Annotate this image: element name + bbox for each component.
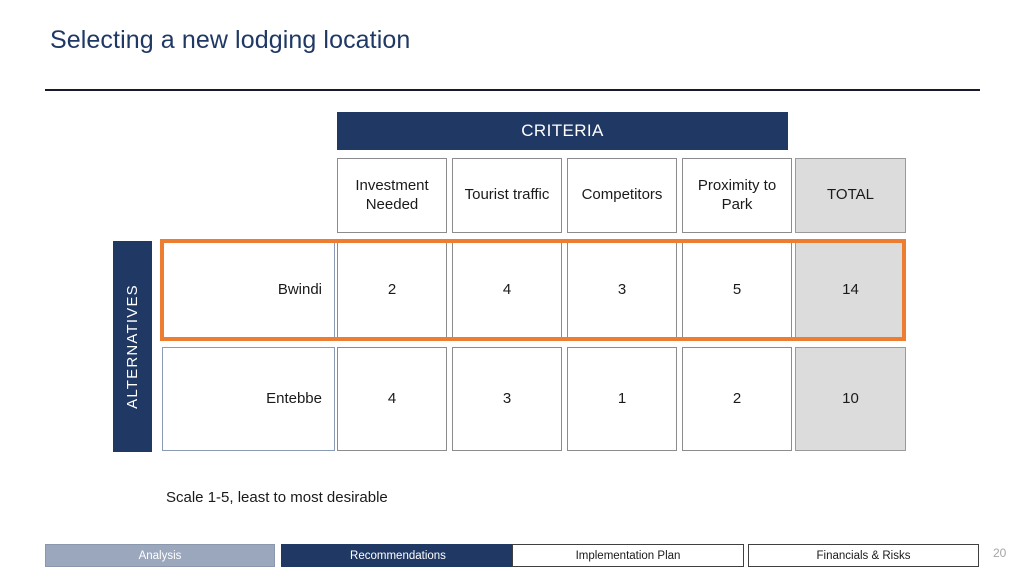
criteria-header-proximity-to-park: Proximity to Park — [682, 158, 792, 233]
decision-matrix: CRITERIA ALTERNATIVES Investment Needed … — [113, 112, 906, 452]
score-entebbe-tourist-traffic: 3 — [452, 347, 562, 451]
page-title: Selecting a new lodging location — [50, 26, 411, 54]
section-nav: Analysis Recommendations Implementation … — [45, 544, 979, 567]
criteria-header-investment-needed: Investment Needed — [337, 158, 447, 233]
row-label-entebbe: Entebbe — [162, 347, 335, 451]
score-entebbe-proximity-to-park: 2 — [682, 347, 792, 451]
score-bwindi-proximity-to-park: 5 — [682, 241, 792, 339]
nav-item-financials-and-risks[interactable]: Financials & Risks — [748, 544, 979, 567]
criteria-header-total: TOTAL — [795, 158, 906, 233]
score-bwindi-investment-needed: 2 — [337, 241, 447, 339]
score-entebbe-competitors: 1 — [567, 347, 677, 451]
alternatives-axis-text: ALTERNATIVES — [124, 284, 142, 409]
criteria-banner: CRITERIA — [337, 112, 788, 150]
page-number: 20 — [993, 546, 1007, 560]
scale-note: Scale 1-5, least to most desirable — [166, 489, 388, 506]
nav-item-recommendations[interactable]: Recommendations — [281, 544, 515, 567]
criteria-header-competitors: Competitors — [567, 158, 677, 233]
total-entebbe: 10 — [795, 347, 906, 451]
total-bwindi: 14 — [795, 241, 906, 339]
criteria-header-tourist-traffic: Tourist traffic — [452, 158, 562, 233]
score-bwindi-tourist-traffic: 4 — [452, 241, 562, 339]
alternatives-axis-label: ALTERNATIVES — [113, 241, 152, 452]
row-label-bwindi: Bwindi — [162, 241, 335, 339]
score-bwindi-competitors: 3 — [567, 241, 677, 339]
score-entebbe-investment-needed: 4 — [337, 347, 447, 451]
nav-item-implementation-plan[interactable]: Implementation Plan — [512, 544, 744, 567]
nav-item-analysis[interactable]: Analysis — [45, 544, 275, 567]
title-divider — [45, 89, 980, 91]
